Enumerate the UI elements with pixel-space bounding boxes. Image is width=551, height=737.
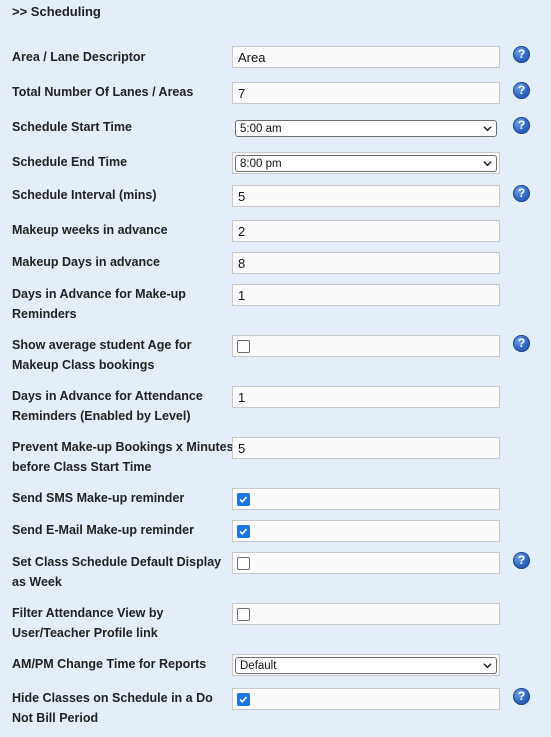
- makeup-reminder-days-input[interactable]: 1: [232, 284, 500, 306]
- area-descriptor-input[interactable]: Area: [232, 46, 500, 68]
- prevent-makeup-minutes-label: Prevent Make-up Bookings x Minutes befor…: [12, 440, 234, 474]
- show-avg-age-label: Show average student Age for Makeup Clas…: [12, 338, 192, 372]
- attendance-reminder-days-label: Days in Advance for Attendance Reminders…: [12, 389, 203, 423]
- filter-attendance-view-checkbox[interactable]: [237, 608, 250, 621]
- send-sms-reminder-checkbox[interactable]: [237, 493, 250, 506]
- checkmark-icon: [239, 696, 248, 703]
- makeup-weeks-label: Makeup weeks in advance: [12, 223, 168, 237]
- schedule-start-label: Schedule Start Time: [12, 120, 132, 134]
- makeup-days-label: Makeup Days in advance: [12, 255, 160, 269]
- help-icon[interactable]: ?: [513, 117, 530, 134]
- send-email-reminder-checkbox[interactable]: [237, 525, 250, 538]
- help-icon[interactable]: ?: [513, 82, 530, 99]
- ampm-change-time-value: Default: [240, 660, 277, 672]
- send-email-reminder-label: Send E-Mail Make-up reminder: [12, 523, 194, 537]
- chevron-down-icon: [483, 161, 492, 167]
- total-lanes-input[interactable]: 7: [232, 82, 500, 104]
- checkmark-icon: [239, 496, 248, 503]
- checkmark-icon: [239, 528, 248, 535]
- section-title: >> Scheduling: [12, 4, 101, 19]
- filter-attendance-view-label: Filter Attendance View by User/Teacher P…: [12, 606, 164, 640]
- help-icon[interactable]: ?: [513, 552, 530, 569]
- area-descriptor-label: Area / Lane Descriptor: [12, 50, 146, 64]
- chevron-down-icon: [483, 663, 492, 669]
- send-email-reminder-frame: [232, 520, 500, 542]
- prevent-makeup-minutes-input[interactable]: 5: [232, 437, 500, 459]
- chevron-down-icon: [483, 126, 492, 132]
- filter-attendance-view-frame: [232, 603, 500, 625]
- default-display-week-frame: [232, 552, 500, 574]
- help-icon[interactable]: ?: [513, 185, 530, 202]
- scheduling-settings-panel: >> Scheduling Area / Lane Descriptor Are…: [0, 0, 551, 737]
- makeup-weeks-input[interactable]: 2: [232, 220, 500, 242]
- ampm-change-time-label: AM/PM Change Time for Reports: [12, 657, 207, 671]
- total-lanes-label: Total Number Of Lanes / Areas: [12, 85, 194, 99]
- send-sms-reminder-frame: [232, 488, 500, 510]
- makeup-days-input[interactable]: 8: [232, 252, 500, 274]
- hide-do-not-bill-frame: [232, 688, 500, 710]
- ampm-change-time-select[interactable]: Default: [235, 657, 497, 674]
- send-sms-reminder-label: Send SMS Make-up reminder: [12, 491, 185, 505]
- help-icon[interactable]: ?: [513, 688, 530, 705]
- default-display-week-label: Set Class Schedule Default Display as We…: [12, 555, 222, 589]
- help-icon[interactable]: ?: [513, 335, 530, 352]
- hide-do-not-bill-label: Hide Classes on Schedule in a Do Not Bil…: [12, 691, 213, 725]
- schedule-start-select[interactable]: 5:00 am: [235, 120, 497, 137]
- help-icon[interactable]: ?: [513, 46, 530, 63]
- schedule-interval-label: Schedule Interval (mins): [12, 188, 157, 202]
- show-avg-age-checkbox[interactable]: [237, 340, 250, 353]
- makeup-reminder-days-label: Days in Advance for Make-up Reminders: [12, 287, 186, 321]
- hide-do-not-bill-checkbox[interactable]: [237, 693, 250, 706]
- show-avg-age-frame: [232, 335, 500, 357]
- schedule-end-label: Schedule End Time: [12, 155, 128, 169]
- attendance-reminder-days-input[interactable]: 1: [232, 386, 500, 408]
- schedule-end-value: 8:00 pm: [240, 158, 282, 170]
- schedule-end-select[interactable]: 8:00 pm: [235, 155, 497, 172]
- schedule-interval-input[interactable]: 5: [232, 185, 500, 207]
- schedule-start-value: 5:00 am: [240, 123, 282, 135]
- default-display-week-checkbox[interactable]: [237, 557, 250, 570]
